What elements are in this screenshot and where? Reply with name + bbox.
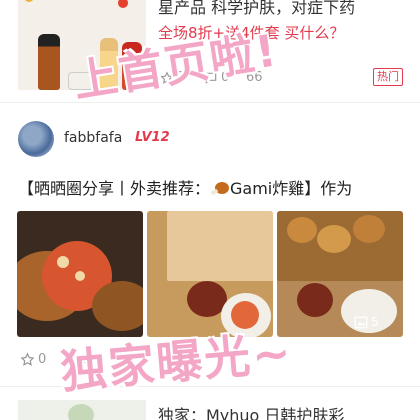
hot-tag-badge: 热门 <box>373 68 403 86</box>
image-count: 5 <box>371 315 379 329</box>
view-stat: 66 <box>246 70 263 85</box>
divider <box>0 102 420 103</box>
comment-icon <box>204 71 218 85</box>
comment-count: 0 <box>221 70 230 85</box>
comment-stat[interactable]: 1 <box>64 352 90 367</box>
bottom-post-title[interactable]: 独家：Myhuo 日韩护肤彩 <box>158 402 344 420</box>
like-stat[interactable]: 2 <box>160 70 185 85</box>
top-post-thumbnail[interactable] <box>18 0 146 90</box>
post-photo-1[interactable] <box>17 211 143 337</box>
top-post-promo[interactable]: 全场8折+送4件套 买什么？ <box>158 22 344 43</box>
top-post-card[interactable]: 星产品 科学护肤，对症下药 全场8折+送4件套 买什么？ 2 0 66 热门 <box>0 0 420 104</box>
like-count: 0 <box>38 352 47 367</box>
bottom-post-thumbnail[interactable] <box>18 400 146 420</box>
avatar[interactable] <box>18 121 54 157</box>
post-title-suffix: Gami炸雞】作为 <box>230 179 353 198</box>
post-photo-2[interactable] <box>147 211 273 337</box>
username[interactable]: fabbfafa <box>64 130 122 146</box>
level-badge: LV12 <box>135 130 170 145</box>
post-title[interactable]: 【晒晒圈分享丨外卖推荐： Gami炸雞】作为 <box>18 175 352 199</box>
divider <box>0 386 420 387</box>
view-count: 66 <box>246 70 263 85</box>
image-count-badge: 5 <box>354 314 379 330</box>
like-icon <box>160 70 174 85</box>
post-title-prefix: 【晒晒圈分享丨外卖推荐： <box>18 179 211 198</box>
top-post-title[interactable]: 星产品 科学护肤，对症下药 <box>158 0 408 20</box>
image-icon <box>354 316 368 329</box>
comment-stat[interactable]: 0 <box>204 70 229 85</box>
comment-icon <box>64 352 79 367</box>
comment-count: 1 <box>82 352 91 367</box>
like-count: 2 <box>177 70 186 85</box>
drumstick-icon <box>211 182 230 196</box>
like-icon <box>20 352 35 367</box>
like-stat[interactable]: 0 <box>20 352 46 367</box>
post-photo-3[interactable] <box>277 211 403 337</box>
